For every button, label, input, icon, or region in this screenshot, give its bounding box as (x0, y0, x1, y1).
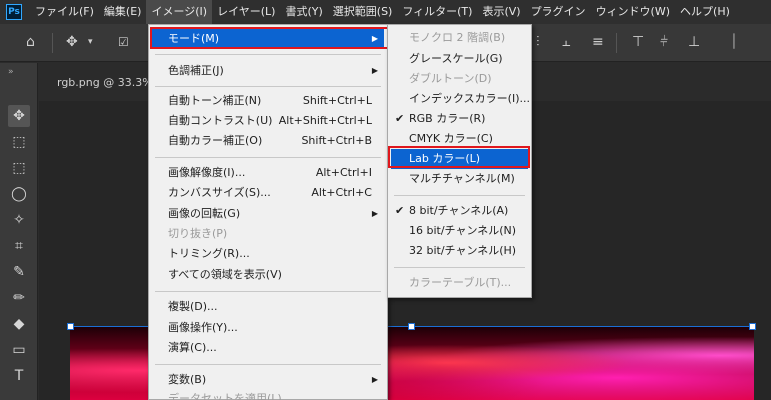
divider (52, 33, 53, 53)
collapse-toolbar-icon[interactable]: » (8, 67, 14, 77)
menu-type[interactable]: 書式(Y) (280, 0, 327, 24)
divider (616, 33, 617, 53)
menu-item-auto-tone[interactable]: 自動トーン補正(N) Shift+Ctrl+L (152, 91, 384, 111)
menu-edit[interactable]: 編集(E) (99, 0, 147, 24)
menu-file[interactable]: ファイル(F) (30, 0, 99, 24)
shortcut: Alt+Ctrl+C (311, 186, 372, 199)
transform-handle[interactable] (749, 323, 756, 330)
divider (155, 364, 381, 365)
menu-item-8-bit[interactable]: ✔ 8 bit/チャンネル(A) (391, 201, 528, 221)
align-horizontal-center-icon[interactable]: ≡ (592, 34, 604, 50)
menu-item-image-rotation[interactable]: 画像の回転(G) ▶ (152, 204, 384, 224)
align-vertical-center-icon[interactable]: ⫶ (536, 34, 540, 50)
align-bottom-icon[interactable]: ⫠ (562, 34, 570, 50)
menu-item-duplicate[interactable]: 複製(D)... (152, 297, 384, 317)
menu-item-auto-contrast[interactable]: 自動コントラスト(U) Alt+Shift+Ctrl+L (152, 111, 384, 131)
auto-select-checkbox-icon[interactable]: ☑ (118, 35, 129, 49)
tools-panel: » ✥ ⬚ ⬚ ◯ ✧ ⌗ ✎ ✏ ◆ ▭ T (0, 63, 38, 400)
divider (155, 157, 381, 158)
home-icon[interactable]: ⌂ (26, 34, 35, 50)
transform-handle[interactable] (67, 323, 74, 330)
photoshop-logo-icon: Ps (6, 4, 22, 20)
brush-tool-icon[interactable]: ✏ (8, 287, 30, 309)
menu-item-32-bit[interactable]: 32 bit/チャンネル(H) (391, 241, 528, 261)
menu-item-adjustments[interactable]: 色調補正(J) ▶ (152, 61, 384, 81)
transform-handle[interactable] (408, 323, 415, 330)
lasso-tool-icon[interactable]: ◯ (8, 183, 30, 205)
menu-item-apply-image[interactable]: 画像操作(Y)... (152, 318, 384, 338)
menu-item-color-table[interactable]: カラーテーブル(T)... (391, 273, 528, 293)
gradient-tool-icon[interactable]: ▭ (8, 339, 30, 361)
menu-item-auto-color[interactable]: 自動カラー補正(O) Shift+Ctrl+B (152, 131, 384, 151)
move-tool-preset-icon[interactable]: ✥ (66, 34, 78, 50)
submenu-arrow-icon: ▶ (371, 66, 378, 75)
menu-item-trim[interactable]: トリミング(R)... (152, 244, 384, 264)
menu-select[interactable]: 選択範囲(S) (328, 0, 398, 24)
shortcut: Shift+Ctrl+B (301, 134, 372, 147)
shortcut: Alt+Shift+Ctrl+L (278, 114, 372, 127)
move-tool-icon[interactable]: ✥ (8, 105, 30, 127)
crop-tool-icon[interactable]: ⌗ (8, 235, 30, 257)
chevron-down-icon[interactable]: ▾ (88, 37, 93, 47)
type-tool-icon[interactable]: T (8, 365, 30, 387)
menu-item-reveal-all[interactable]: すべての領域を表示(V) (152, 265, 384, 285)
checkmark-icon: ✔ (395, 112, 405, 125)
shortcut: Alt+Ctrl+I (315, 166, 372, 179)
menu-item-crop[interactable]: 切り抜き(P) (152, 224, 384, 244)
menu-layer[interactable]: レイヤー(L) (212, 0, 280, 24)
menu-image[interactable]: イメージ(I) (146, 0, 213, 24)
menu-item-image-size[interactable]: 画像解像度(I)... Alt+Ctrl+I (152, 163, 384, 183)
checkmark-icon: ✔ (395, 204, 405, 217)
distribute-bottom-icon[interactable]: ⊥ (688, 34, 700, 50)
menu-bar: Ps ファイル(F) 編集(E) イメージ(I) レイヤー(L) 書式(Y) 選… (0, 0, 771, 24)
image-menu: モード(M) ▶ 色調補正(J) ▶ 自動トーン補正(N) Shift+Ctrl… (148, 24, 388, 400)
menu-help[interactable]: ヘルプ(H) (675, 0, 735, 24)
divider (155, 291, 381, 292)
distribute-top-icon[interactable]: ⊤ (632, 34, 644, 50)
menu-item-variables[interactable]: 変数(B) ▶ (152, 370, 384, 390)
magic-wand-tool-icon[interactable]: ✧ (8, 209, 30, 231)
menu-filter[interactable]: フィルター(T) (397, 0, 477, 24)
menu-item-16-bit[interactable]: 16 bit/チャンネル(N) (391, 221, 528, 241)
divider (394, 267, 525, 268)
document-tab-bar: rgb.png @ 33.3% (39, 63, 153, 101)
marquee-tool-icon[interactable]: ⬚ (8, 157, 30, 179)
submenu-arrow-icon: ▶ (371, 375, 378, 384)
shortcut: Shift+Ctrl+L (302, 94, 372, 107)
lab-color-highlight-callout (388, 146, 530, 168)
divider (155, 86, 381, 87)
distribute-center-icon[interactable]: ⫩ (660, 34, 668, 50)
menu-item-duotone[interactable]: ダブルトーン(D) (391, 69, 528, 89)
divider (394, 195, 525, 196)
menu-item-calculations[interactable]: 演算(C)... (152, 338, 384, 358)
menu-item-indexed-color[interactable]: インデックスカラー(I)... (391, 89, 530, 109)
menu-plugins[interactable]: プラグイン (526, 0, 591, 24)
menu-window[interactable]: ウィンドウ(W) (591, 0, 675, 24)
menu-view[interactable]: 表示(V) (477, 0, 525, 24)
menu-item-rgb-color[interactable]: ✔ RGB カラー(R) (391, 109, 528, 129)
artboard-tool-icon[interactable]: ⬚ (8, 131, 30, 153)
document-tab[interactable]: rgb.png @ 33.3% (57, 76, 153, 89)
menu-item-canvas-size[interactable]: カンバスサイズ(S)... Alt+Ctrl+C (152, 183, 384, 203)
menu-item-apply-data-set[interactable]: データセットを適用(L)... (152, 389, 384, 400)
submenu-arrow-icon: ▶ (371, 209, 378, 218)
eyedropper-tool-icon[interactable]: ✎ (8, 261, 30, 283)
menu-item-grayscale[interactable]: グレースケール(G) (391, 49, 528, 69)
menu-item-multichannel[interactable]: マルチチャンネル(M) (391, 169, 528, 189)
distribute-horizontal-icon[interactable]: ⏐ (730, 34, 738, 50)
menu-item-bitmap[interactable]: モノクロ 2 階調(B) (391, 28, 528, 48)
divider (155, 54, 381, 55)
mode-highlight-callout (150, 27, 389, 49)
eraser-tool-icon[interactable]: ◆ (8, 313, 30, 335)
